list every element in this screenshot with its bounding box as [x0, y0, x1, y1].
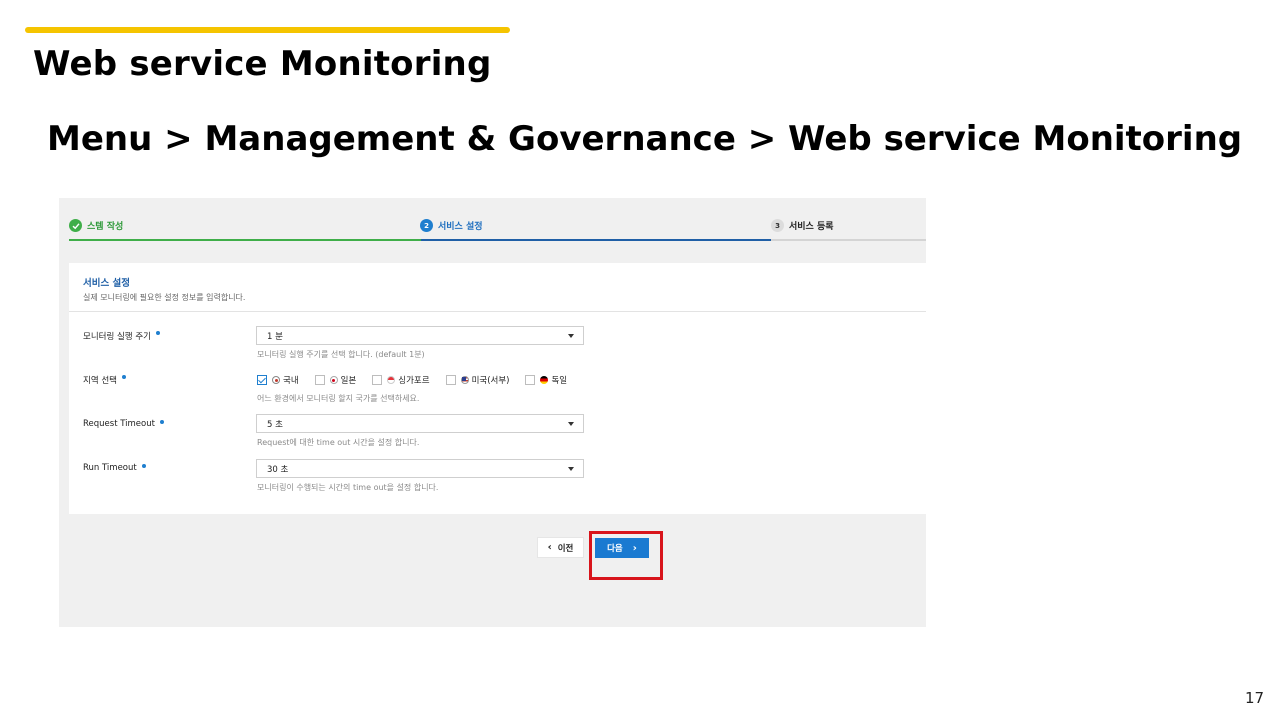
region-label-korea: 국내	[283, 376, 299, 386]
step-progress-todo	[771, 239, 926, 241]
flag-singapore-icon	[387, 376, 396, 384]
run-timeout-label: Run Timeout	[83, 463, 146, 473]
card-divider	[69, 311, 926, 312]
console-screenshot: 스템 작성 2 서비스 설정 3 서비스 등록 서비스 설정 실제 모니터링에 …	[59, 198, 926, 627]
step-2-number: 2	[420, 219, 433, 232]
interval-select[interactable]: 1 분	[256, 326, 584, 345]
step-3: 3 서비스 등록	[771, 219, 834, 232]
required-indicator	[155, 331, 160, 335]
region-option-germany[interactable]: 독일	[525, 374, 567, 386]
prev-button[interactable]: ‹ 이전	[537, 537, 584, 558]
region-label-singapore: 싱가포르	[398, 376, 430, 386]
step-progress-done	[69, 239, 421, 241]
interval-label: 모니터링 실행 주기	[83, 330, 160, 342]
region-checkbox-usa-west[interactable]	[445, 375, 456, 385]
request-timeout-hint: Request에 대한 time out 시간을 설정 합니다.	[257, 438, 420, 447]
region-label-japan: 일본	[340, 376, 357, 386]
caret-down-icon	[568, 422, 574, 426]
region-checkbox-germany[interactable]	[525, 375, 536, 385]
region-checkbox-singapore[interactable]	[372, 375, 383, 385]
step-1: 스템 작성	[69, 219, 123, 232]
step-2: 2 서비스 설정	[420, 219, 483, 232]
slide-title: Web service Monitoring	[33, 44, 492, 84]
region-hint: 어느 환경에서 모니터링 할지 국가를 선택하세요.	[257, 394, 420, 403]
request-timeout-label: Request Timeout	[83, 419, 164, 429]
service-settings-card: 서비스 설정 실제 모니터링에 필요한 설정 정보를 입력합니다. 모니터링 실…	[69, 263, 926, 514]
caret-down-icon	[568, 467, 574, 471]
region-option-singapore[interactable]: 싱가포르	[372, 374, 430, 386]
caret-down-icon	[568, 334, 574, 338]
next-button-highlight	[589, 531, 663, 580]
interval-hint: 모니터링 실행 주기를 선택 합니다. (default 1분)	[257, 350, 425, 359]
interval-value: 1 분	[267, 332, 283, 342]
region-label-germany: 독일	[551, 376, 568, 386]
required-indicator	[159, 420, 164, 424]
region-checkbox-korea[interactable]	[257, 375, 267, 385]
check-icon	[69, 219, 82, 232]
region-checkbox-japan[interactable]	[314, 375, 325, 385]
chevron-left-icon: ‹	[547, 542, 552, 553]
page-number: 17	[1245, 689, 1265, 707]
card-description: 실제 모니터링에 필요한 설정 정보를 입력합니다.	[83, 293, 246, 302]
flag-korea-icon	[272, 376, 280, 384]
title-accent-bar	[25, 27, 510, 33]
required-indicator	[141, 464, 146, 468]
request-timeout-select[interactable]: 5 초	[256, 414, 584, 433]
menu-breadcrumb: Menu > Management & Governance > Web ser…	[47, 119, 1243, 159]
required-indicator	[121, 375, 126, 379]
region-label: 지역 선택	[83, 374, 126, 386]
region-label-usa-west: 미국(서부)	[471, 376, 510, 386]
region-options: 국내 일본 싱가포르 미국(서부) 독일	[257, 373, 583, 387]
request-timeout-value: 5 초	[267, 420, 283, 430]
step-2-label: 서비스 설정	[438, 222, 483, 232]
card-title: 서비스 설정	[83, 278, 131, 289]
step-1-label: 스템 작성	[87, 222, 124, 232]
region-option-japan[interactable]: 일본	[314, 374, 357, 386]
step-3-number: 3	[771, 219, 784, 232]
wizard-stepper: 스템 작성 2 서비스 설정 3 서비스 등록	[59, 198, 926, 242]
run-timeout-hint: 모니터링이 수행되는 시간의 time out을 설정 합니다.	[257, 483, 439, 492]
step-3-label: 서비스 등록	[789, 222, 834, 232]
run-timeout-value: 30 초	[267, 465, 289, 475]
region-option-korea[interactable]: 국내	[257, 374, 299, 386]
flag-usa-icon	[460, 376, 469, 384]
flag-japan-icon	[329, 376, 338, 384]
step-progress-active	[421, 239, 771, 241]
flag-germany-icon	[540, 376, 549, 384]
region-option-usa-west[interactable]: 미국(서부)	[445, 374, 510, 386]
prev-button-label: 이전	[557, 543, 574, 554]
run-timeout-select[interactable]: 30 초	[256, 459, 584, 478]
